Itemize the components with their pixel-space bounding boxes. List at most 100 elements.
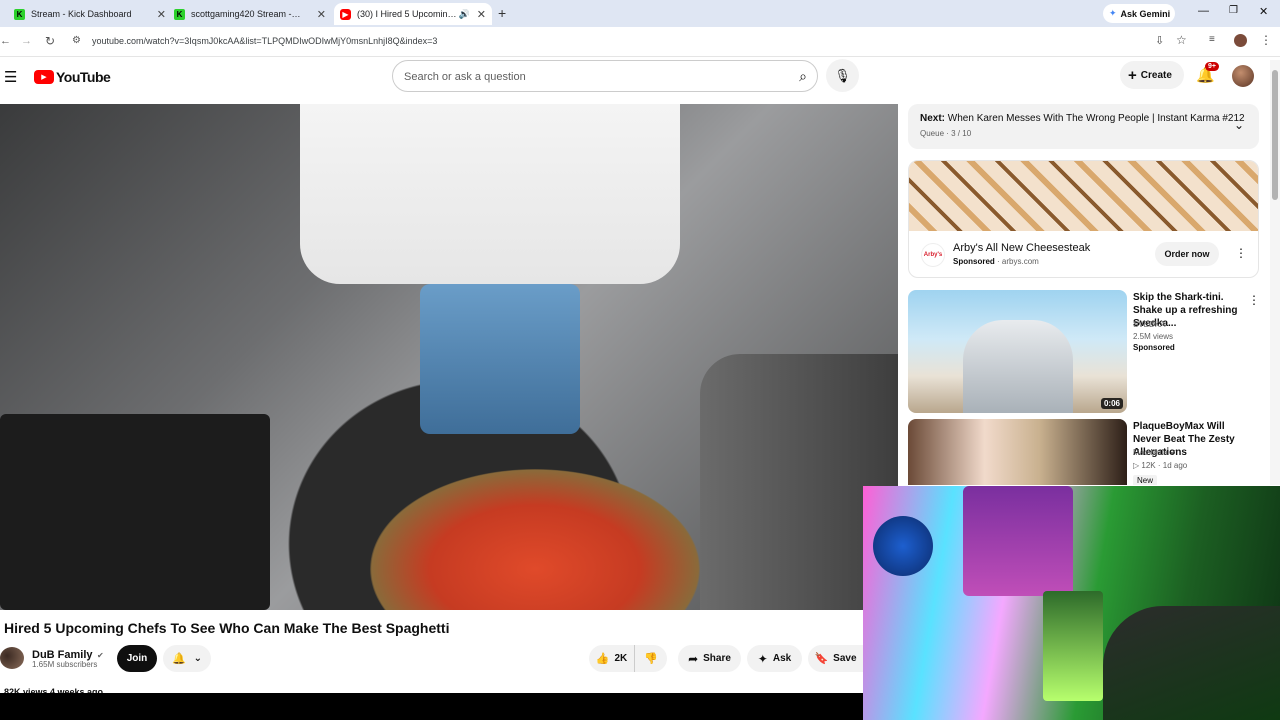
search-icon[interactable]: ⌕	[799, 68, 807, 85]
browser-toolbar: ← → ↻ ⚙ youtube.com/watch?v=3IqsmJ0kcAA&…	[0, 27, 1280, 57]
voice-search-button[interactable]: 🎙	[826, 59, 859, 92]
minimize-icon[interactable]: —	[1198, 5, 1209, 17]
verified-check-icon: ✔	[96, 651, 104, 660]
arbys-logo: Arby's	[921, 243, 945, 267]
tab-youtube-active[interactable]: ▶ (30) I Hired 5 Upcoming Ch 🔊 ✕	[334, 3, 492, 25]
video-player[interactable]	[0, 104, 898, 610]
join-label: Join	[126, 653, 148, 664]
account-avatar[interactable]	[1232, 65, 1254, 87]
video-thumbnail[interactable]: 0:06	[908, 290, 1127, 413]
tab-kick-dashboard[interactable]: K Stream - Kick Dashboard ✕	[14, 3, 172, 25]
bell-icon: 🔔	[171, 653, 186, 665]
join-button[interactable]: Join	[117, 645, 157, 672]
youtube-play-icon: ▶	[34, 70, 54, 84]
dislike-button[interactable]: 👎	[635, 645, 667, 672]
install-app-icon[interactable]: ⇩	[1155, 34, 1164, 47]
close-tab-icon[interactable]: ✕	[477, 8, 486, 21]
close-tab-icon[interactable]: ✕	[317, 8, 326, 21]
tab-kick-stream[interactable]: K scottgaming420 Stream - Watc ✕	[174, 3, 332, 25]
youtube-logo[interactable]: ▶ YouTube	[34, 69, 111, 85]
video-thumbnail[interactable]	[908, 419, 1127, 485]
ad-domain: arbys.com	[1001, 257, 1039, 266]
video-frame-denim	[420, 284, 580, 434]
browser-tab-strip: K Stream - Kick Dashboard ✕ K scottgamin…	[0, 0, 1280, 27]
order-now-button[interactable]: Order now	[1155, 242, 1219, 266]
share-button[interactable]: ➦ Share	[678, 645, 741, 672]
webcam-figure	[873, 516, 933, 576]
like-count: 2K	[614, 653, 628, 664]
channel-avatar[interactable]	[0, 647, 24, 669]
profile-avatar[interactable]	[1234, 34, 1247, 47]
video-frame-shirt	[300, 104, 680, 284]
tab-title: Stream - Kick Dashboard	[31, 9, 132, 19]
close-tab-icon[interactable]: ✕	[157, 8, 166, 21]
scrollbar-thumb[interactable]	[1272, 70, 1278, 200]
ask-label: Ask	[772, 653, 792, 664]
ad-title[interactable]: Arby's All New Cheesesteak	[953, 242, 1090, 254]
subscription-bell-button[interactable]: 🔔 ⌄	[163, 645, 211, 672]
like-button[interactable]: 👍 2K	[589, 645, 635, 672]
address-bar[interactable]: ⚙ youtube.com/watch?v=3IqsmJ0kcAA&list=T…	[66, 30, 1196, 54]
rec-channel[interactable]: Mac Mula	[1133, 448, 1168, 457]
rec-age: 1d ago	[1162, 461, 1188, 470]
new-badge: New	[1133, 475, 1158, 485]
chevron-down-icon[interactable]: ⌄	[1234, 118, 1244, 132]
new-tab-button[interactable]: +	[498, 5, 506, 21]
save-label: Save	[833, 653, 857, 664]
youtube-header: ☰ ▶ YouTube Search or ask a question ⌕ 🎙…	[0, 58, 1280, 102]
ad-banner-image[interactable]	[909, 161, 1258, 231]
thumbnail-figure	[963, 320, 1073, 413]
more-options-icon[interactable]: ⋮	[1235, 246, 1247, 260]
kick-icon: K	[14, 8, 25, 20]
youtube-icon: ▶	[340, 8, 351, 20]
save-button[interactable]: 🔖 Save	[808, 645, 863, 672]
create-button[interactable]: + Create	[1120, 61, 1184, 89]
tab-title: (30) I Hired 5 Upcoming Ch	[357, 9, 457, 19]
kick-icon: K	[174, 8, 185, 20]
duration-badge: 0:06	[1100, 398, 1123, 409]
rec-channel[interactable]: SVEDKA	[1133, 320, 1165, 329]
notifications-button[interactable]: 🔔 9+	[1196, 62, 1219, 84]
video-title: Hired 5 Upcoming Chefs To See Who Can Ma…	[4, 620, 450, 636]
back-icon[interactable]: ←	[0, 35, 11, 47]
recommendation-plaqueboymax[interactable]: PlaqueBoyMax Will Never Beat The Zesty A…	[908, 419, 1268, 485]
sponsored-ad-card[interactable]: Arby's Arby's All New Cheesesteak Sponso…	[908, 160, 1259, 278]
search-bar[interactable]: Search or ask a question ⌕	[392, 60, 818, 92]
webcam-overlay	[863, 486, 1280, 720]
restore-icon[interactable]: ❐	[1229, 5, 1238, 16]
ask-gemini-button[interactable]: ✦ Ask Gemini	[1103, 4, 1175, 23]
hamburger-menu-icon[interactable]: ☰	[4, 68, 17, 86]
more-options-icon[interactable]: ⋮	[1248, 293, 1260, 307]
url-text[interactable]: youtube.com/watch?v=3IqsmJ0kcAA&list=TLP…	[92, 36, 437, 46]
bookmark-icon: 🔖	[814, 653, 829, 665]
subscriber-count: 1.65M subscribers	[32, 660, 98, 669]
ask-button[interactable]: ✦ Ask	[747, 645, 802, 672]
window-close-icon[interactable]: ✕	[1259, 5, 1268, 18]
browser-menu-icon[interactable]: ⋮	[1260, 33, 1272, 47]
recommendation-svedka[interactable]: 0:06 Skip the Shark-tini. Shake up a ref…	[908, 290, 1268, 414]
queue-next-label: Next:	[920, 113, 946, 124]
notification-badge: 9+	[1205, 62, 1219, 71]
media-controls-icon[interactable]: ≡	[1209, 34, 1215, 45]
create-label: Create	[1140, 69, 1172, 81]
search-input[interactable]: Search or ask a question	[404, 71, 526, 83]
site-info-icon[interactable]: ⚙	[72, 35, 81, 46]
share-label: Share	[703, 653, 731, 664]
ask-gemini-label: Ask Gemini	[1120, 8, 1171, 19]
forward-icon[interactable]: →	[21, 35, 32, 47]
speaker-icon[interactable]: 🔊	[459, 9, 470, 20]
reload-icon[interactable]: ↻	[45, 34, 55, 48]
microphone-icon: 🎙	[834, 67, 851, 83]
black-bar	[0, 693, 863, 720]
queue-position: Queue · 3 / 10	[920, 129, 972, 138]
rec-sponsored: Sponsored	[1133, 343, 1175, 352]
arbys-logo-text: Arby's	[923, 252, 943, 258]
plus-icon: +	[1128, 66, 1137, 84]
like-dislike-group: 👍 2K 👎	[589, 645, 667, 672]
youtube-wordmark: YouTube	[56, 69, 111, 85]
play-count-icon: ▷	[1133, 461, 1140, 470]
thumbs-down-icon: 👎	[644, 653, 658, 665]
chevron-down-icon: ⌄	[193, 653, 203, 664]
bookmark-star-icon[interactable]: ☆	[1176, 33, 1187, 47]
playlist-queue-card[interactable]: Next: When Karen Messes With The Wrong P…	[908, 104, 1259, 149]
